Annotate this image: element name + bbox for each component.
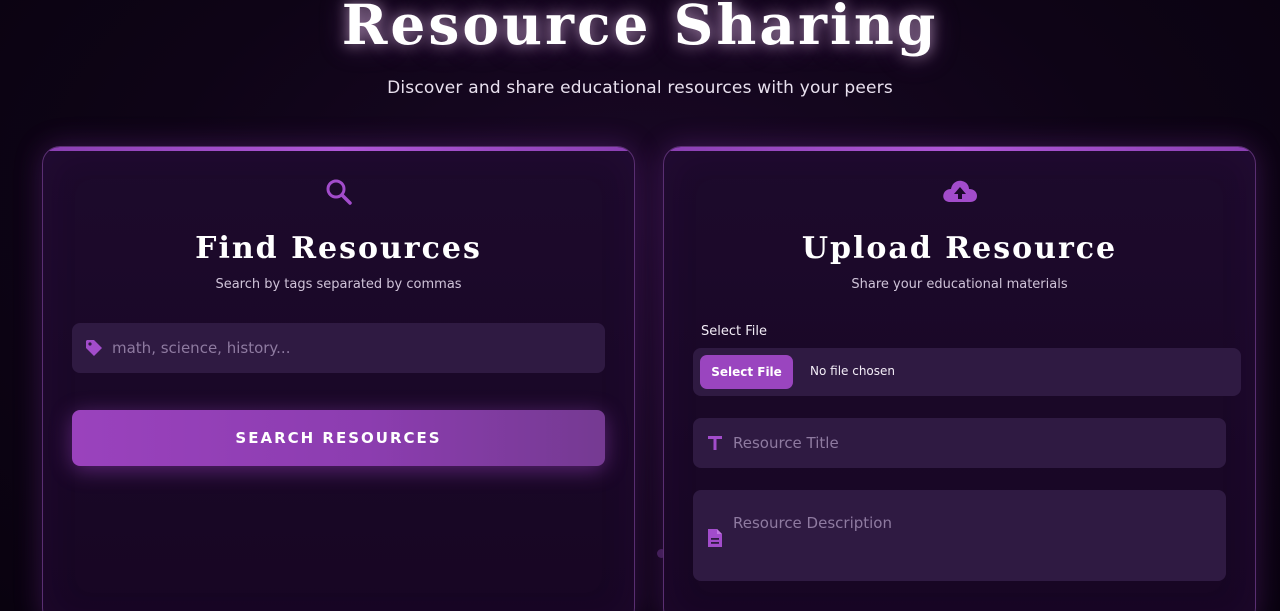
page-title: Resource Sharing	[341, 0, 939, 57]
upload-resource-title: Upload Resource	[801, 231, 1118, 266]
tags-search-placeholder: math, science, history...	[112, 339, 291, 357]
search-icon	[324, 177, 354, 211]
tags-search-input[interactable]: math, science, history...	[72, 323, 605, 373]
cloud-upload-icon	[941, 177, 979, 211]
find-resources-subtitle: Search by tags separated by commas	[215, 277, 462, 292]
upload-resource-card: Upload Resource Share your educational m…	[663, 146, 1256, 611]
file-input[interactable]: Select File No file chosen	[693, 348, 1241, 396]
select-file-button[interactable]: Select File	[700, 355, 793, 389]
select-file-label: Select File	[701, 324, 767, 339]
page-subtitle: Discover and share educational resources…	[387, 78, 893, 98]
upload-resource-subtitle: Share your educational materials	[851, 277, 1068, 292]
file-status-text: No file chosen	[810, 364, 896, 378]
find-resources-card: Find Resources Search by tags separated …	[42, 146, 635, 611]
search-resources-button[interactable]: SEARCH RESOURCES	[72, 410, 605, 466]
tag-icon	[84, 338, 104, 358]
find-resources-title: Find Resources	[195, 231, 482, 266]
text-icon	[707, 435, 723, 451]
document-icon	[707, 528, 723, 548]
resource-description-placeholder: Resource Description	[733, 514, 892, 532]
resource-description-input[interactable]: Resource Description	[693, 490, 1226, 581]
resource-title-input[interactable]: Resource Title	[693, 418, 1226, 468]
resource-title-placeholder: Resource Title	[733, 434, 839, 452]
